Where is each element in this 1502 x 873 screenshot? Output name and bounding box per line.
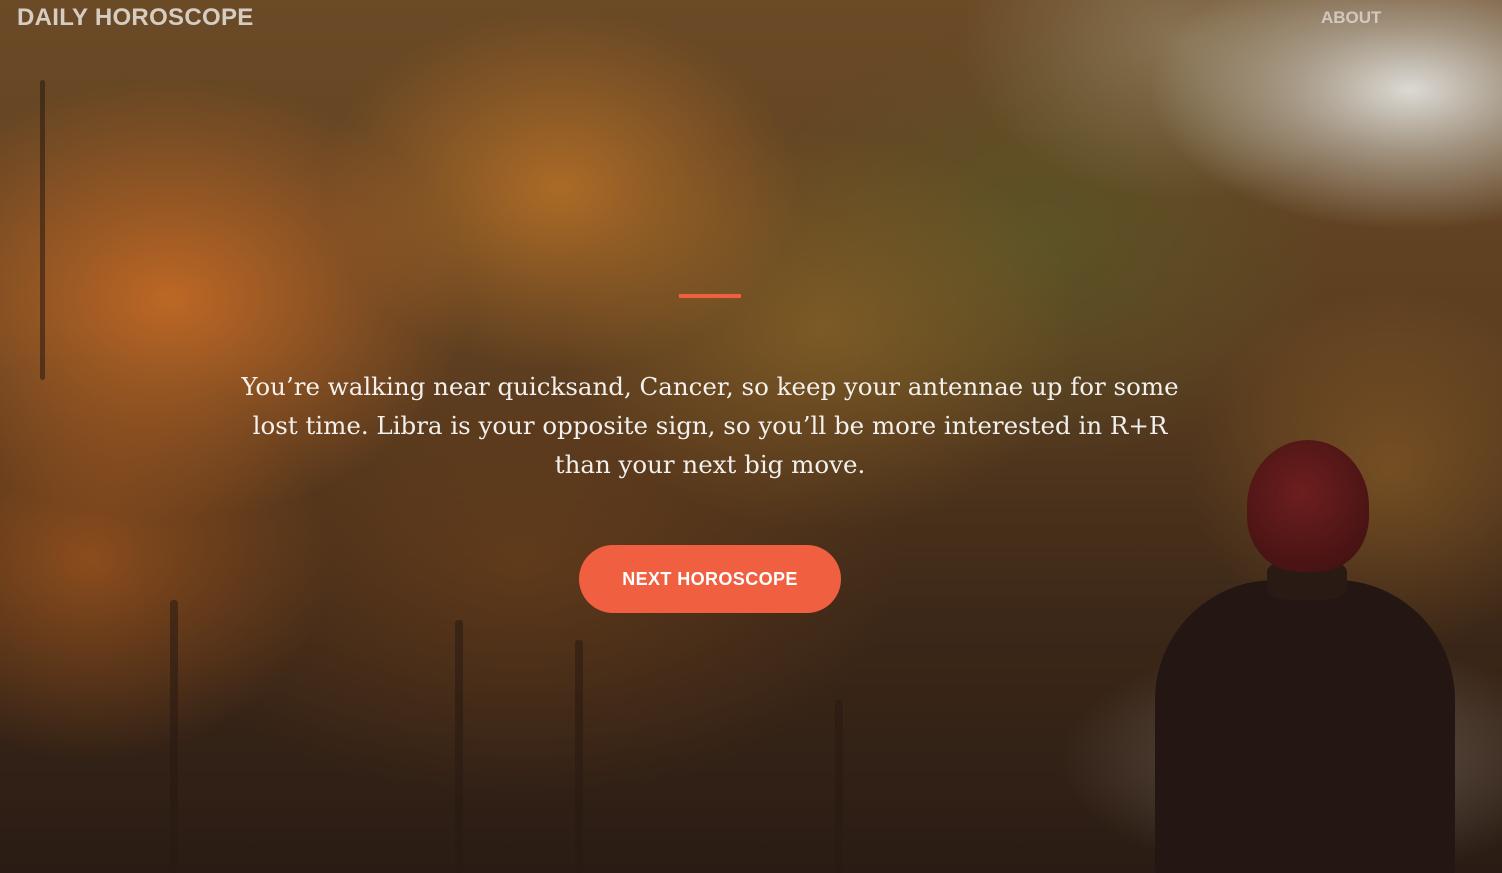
horoscope-text: You’re walking near quicksand, Cancer, s…: [241, 372, 1179, 479]
next-horoscope-button[interactable]: NEXT HOROSCOPE: [579, 545, 841, 613]
tree-trunk: [40, 80, 45, 380]
accent-divider: [679, 294, 741, 298]
top-navbar: DAILY HOROSCOPE ABOUT: [0, 0, 1502, 40]
nav-about-link[interactable]: ABOUT: [1321, 8, 1381, 28]
tree-trunk: [455, 620, 463, 873]
tree-trunk: [170, 600, 178, 873]
person-beanie: [1247, 440, 1369, 572]
tree-trunk: [835, 700, 843, 873]
person-coat: [1155, 580, 1455, 873]
tree-trunk: [575, 640, 583, 873]
brand-link[interactable]: DAILY HOROSCOPE: [17, 4, 254, 32]
person-silhouette: [1155, 440, 1455, 873]
